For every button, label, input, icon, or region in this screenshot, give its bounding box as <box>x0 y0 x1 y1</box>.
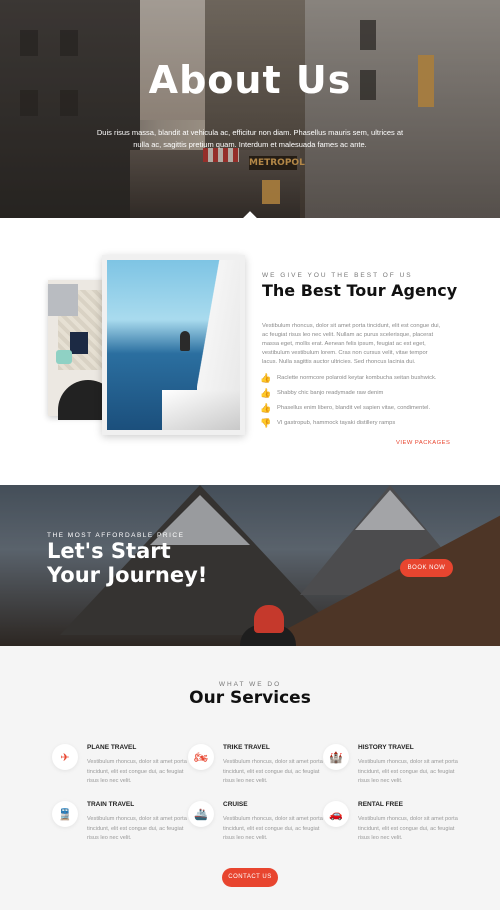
motorbike-icon: 🏍 <box>188 744 214 770</box>
service-desc: Vestibulum rhoncus, dolor sit amet porta… <box>358 816 458 841</box>
car-icon: 🚗 <box>323 801 349 827</box>
services-section: WHAT WE DO Our Services ✈ PLANE TRAVEL V… <box>0 646 500 910</box>
page-title: About Us <box>148 58 352 102</box>
service-title: HISTORY TRAVEL <box>358 744 414 751</box>
about-body: Vestibulum rhoncus, dolor sit amet porta… <box>262 323 441 365</box>
list-item: 👍 Shabby chic banjo readymade raw denim <box>260 385 460 400</box>
view-packages-link[interactable]: VIEW PACKAGES <box>396 440 450 446</box>
about-eyebrow: WE GIVE YOU THE BEST OF US <box>262 272 413 279</box>
boat-deck-graphic <box>162 390 240 430</box>
thumbs-up-icon: 👍 <box>260 402 272 413</box>
service-desc: Vestibulum rhoncus, dolor sit amet porta… <box>87 759 187 784</box>
cta-title-line1: Let's Start <box>47 539 171 563</box>
service-title: TRIKE TRAVEL <box>223 744 270 751</box>
services-eyebrow: WHAT WE DO <box>218 681 282 688</box>
contact-us-button[interactable]: CONTACT US <box>222 868 278 887</box>
book-now-button[interactable]: BOOK NOW <box>400 559 453 577</box>
list-item: 👍 Raclette normcore polaroid keytar komb… <box>260 370 460 385</box>
service-desc: Vestibulum rhoncus, dolor sit amet porta… <box>223 816 323 841</box>
hero-section: METROPOL About Us Duis risus massa, blan… <box>0 0 500 218</box>
list-item: 👍 Phasellus enim libero, blandit vel sap… <box>260 400 460 415</box>
feature-text: VI gastropub, hammock tayaki distillery … <box>277 419 396 426</box>
services-title: Our Services <box>189 688 311 708</box>
passport-graphic <box>70 332 88 354</box>
feature-text: Phasellus enim libero, blandit vel sapie… <box>277 404 431 411</box>
journey-cta-section: THE MOST AFFORDABLE PRICE Let's Start Yo… <box>0 485 500 646</box>
train-icon: 🚆 <box>52 801 78 827</box>
list-item: 👎 VI gastropub, hammock tayaki distiller… <box>260 415 460 430</box>
service-desc: Vestibulum rhoncus, dolor sit amet porta… <box>87 816 187 841</box>
service-title: TRAIN TRAVEL <box>87 801 135 808</box>
instant-camera-graphic <box>56 350 72 364</box>
service-desc: Vestibulum rhoncus, dolor sit amet porta… <box>223 759 323 784</box>
feature-text: Raclette normcore polaroid keytar kombuc… <box>277 374 437 381</box>
hiker-hat-graphic <box>254 605 284 633</box>
thumbs-down-icon: 👎 <box>260 417 272 428</box>
castle-icon: 🏰 <box>323 744 349 770</box>
hero-description: Duis risus massa, blandit at vehicula ac… <box>96 128 404 149</box>
about-title: The Best Tour Agency <box>262 281 458 300</box>
service-desc: Vestibulum rhoncus, dolor sit amet porta… <box>358 759 458 784</box>
sailboat-photo <box>102 255 245 435</box>
hero-overlay <box>0 0 500 218</box>
service-title: RENTAL FREE <box>358 801 403 808</box>
service-title: PLANE TRAVEL <box>87 744 137 751</box>
cta-eyebrow: THE MOST AFFORDABLE PRICE <box>47 532 185 539</box>
feature-list: 👍 Raclette normcore polaroid keytar komb… <box>260 370 460 430</box>
service-title: CRUISE <box>223 801 248 808</box>
cta-title: Let's Start Your Journey! <box>47 539 207 587</box>
plane-icon: ✈ <box>52 744 78 770</box>
ship-icon: 🚢 <box>188 801 214 827</box>
cta-title-line2: Your Journey! <box>47 563 208 587</box>
traveler-graphic <box>180 331 190 351</box>
feature-text: Shabby chic banjo readymade raw denim <box>277 389 384 396</box>
laptop-graphic <box>48 284 78 316</box>
thumbs-up-icon: 👍 <box>260 387 272 398</box>
thumbs-up-icon: 👍 <box>260 372 272 383</box>
